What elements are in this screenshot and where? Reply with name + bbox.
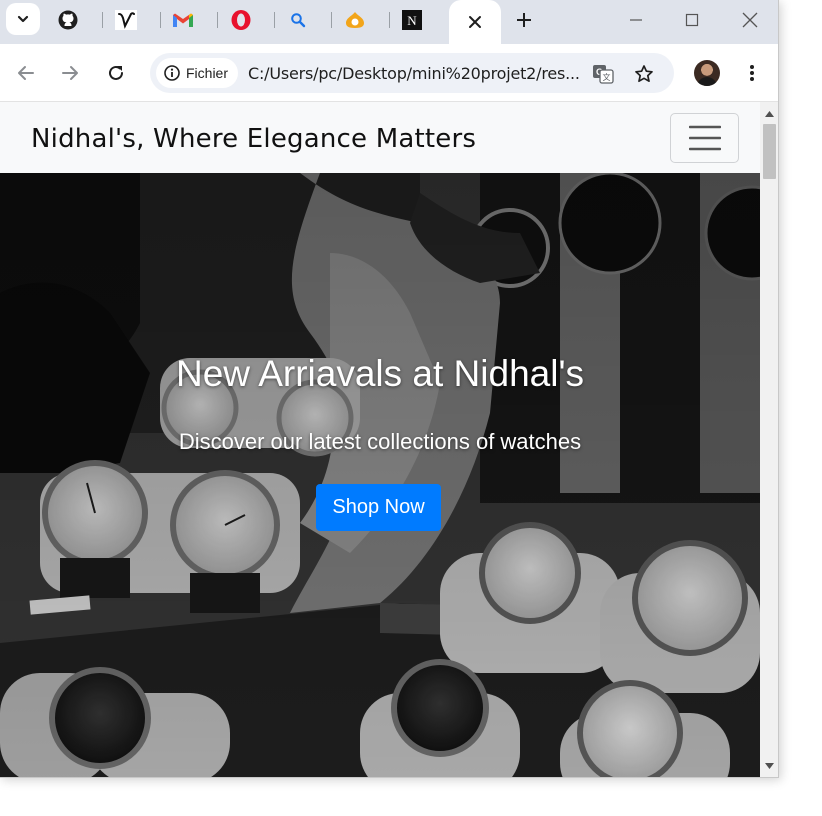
star-icon — [635, 65, 653, 83]
browser-menu-button[interactable] — [738, 59, 766, 87]
arrow-left-icon — [18, 66, 34, 80]
new-tab-button[interactable] — [510, 6, 538, 34]
translate-button[interactable]: G文 — [590, 61, 616, 87]
tab-search[interactable] — [283, 6, 313, 34]
hero-section: New Arriavals at Nidhal's Discover our l… — [0, 173, 760, 777]
tab-gmail[interactable] — [168, 6, 198, 34]
close-icon — [742, 12, 758, 28]
hero-subtitle: Discover our latest collections of watch… — [178, 429, 582, 454]
maximize-button[interactable] — [664, 0, 720, 40]
bread-icon — [346, 12, 364, 28]
tab-separator — [331, 12, 332, 28]
tab-separator — [274, 12, 275, 28]
svg-text:N: N — [407, 13, 417, 28]
opera-icon — [231, 10, 251, 30]
maximize-icon — [685, 13, 699, 27]
more-vert-icon — [750, 65, 754, 81]
page-viewport: Nidhal's, Where Elegance Matters New Arr… — [0, 102, 760, 777]
browser-window: N Fichier C:/Users/pc/Desktop/mini%20pro… — [0, 0, 779, 778]
tab-v[interactable] — [111, 6, 141, 34]
tab-bread[interactable] — [340, 6, 370, 34]
navbar-brand[interactable]: Nidhal's, Where Elegance Matters — [31, 124, 476, 154]
minimize-icon — [630, 19, 642, 21]
hero-title: New Arriavals at Nidhal's — [175, 353, 585, 394]
close-icon[interactable] — [468, 15, 482, 29]
tab-separator — [102, 12, 103, 28]
arrow-right-icon — [62, 66, 78, 80]
shop-now-button[interactable]: Shop Now — [316, 484, 441, 531]
gmail-icon — [173, 13, 193, 27]
reload-button[interactable] — [102, 59, 130, 87]
tab-n[interactable]: N — [397, 6, 427, 34]
hero-watches-image — [0, 173, 760, 777]
window-close-button[interactable] — [722, 0, 778, 40]
tab-search-button[interactable] — [6, 3, 40, 35]
scroll-up-arrow[interactable] — [764, 108, 775, 119]
triangle-down-icon — [765, 762, 774, 769]
tab-github[interactable] — [53, 6, 83, 34]
tab-separator — [389, 12, 390, 28]
page-scrollbar[interactable] — [760, 102, 778, 777]
browser-toolbar: Fichier C:/Users/pc/Desktop/mini%20proje… — [0, 44, 778, 102]
reload-icon — [109, 65, 123, 80]
svg-text:文: 文 — [603, 72, 611, 82]
back-button[interactable] — [12, 59, 40, 87]
site-info-label: Fichier — [186, 65, 229, 81]
hamburger-icon — [688, 125, 721, 151]
site-navbar: Nidhal's, Where Elegance Matters — [0, 102, 760, 173]
navbar-toggler-button[interactable] — [670, 113, 739, 163]
profile-avatar[interactable] — [694, 60, 720, 86]
chevron-down-icon — [17, 15, 29, 23]
bookmark-button[interactable] — [631, 61, 657, 87]
address-bar[interactable]: Fichier C:/Users/pc/Desktop/mini%20proje… — [150, 53, 674, 93]
tab-opera[interactable] — [226, 6, 256, 34]
tab-active[interactable] — [449, 0, 501, 44]
forward-button[interactable] — [56, 59, 84, 87]
scrollbar-thumb[interactable] — [763, 124, 776, 179]
n-logo-icon: N — [402, 10, 422, 30]
v-logo-icon — [115, 10, 137, 30]
url-text[interactable]: C:/Users/pc/Desktop/mini%20projet2/res..… — [248, 64, 584, 83]
plus-icon — [517, 13, 531, 27]
minimize-button[interactable] — [608, 0, 664, 40]
tab-separator — [217, 12, 218, 28]
info-icon — [164, 65, 180, 81]
github-icon — [58, 10, 78, 30]
search-icon — [291, 13, 306, 28]
site-info-chip[interactable]: Fichier — [156, 58, 239, 88]
translate-icon: G文 — [593, 65, 614, 84]
tab-separator — [160, 12, 161, 28]
triangle-up-icon — [765, 110, 774, 117]
tab-strip: N — [0, 0, 778, 44]
scroll-down-arrow[interactable] — [764, 760, 775, 771]
